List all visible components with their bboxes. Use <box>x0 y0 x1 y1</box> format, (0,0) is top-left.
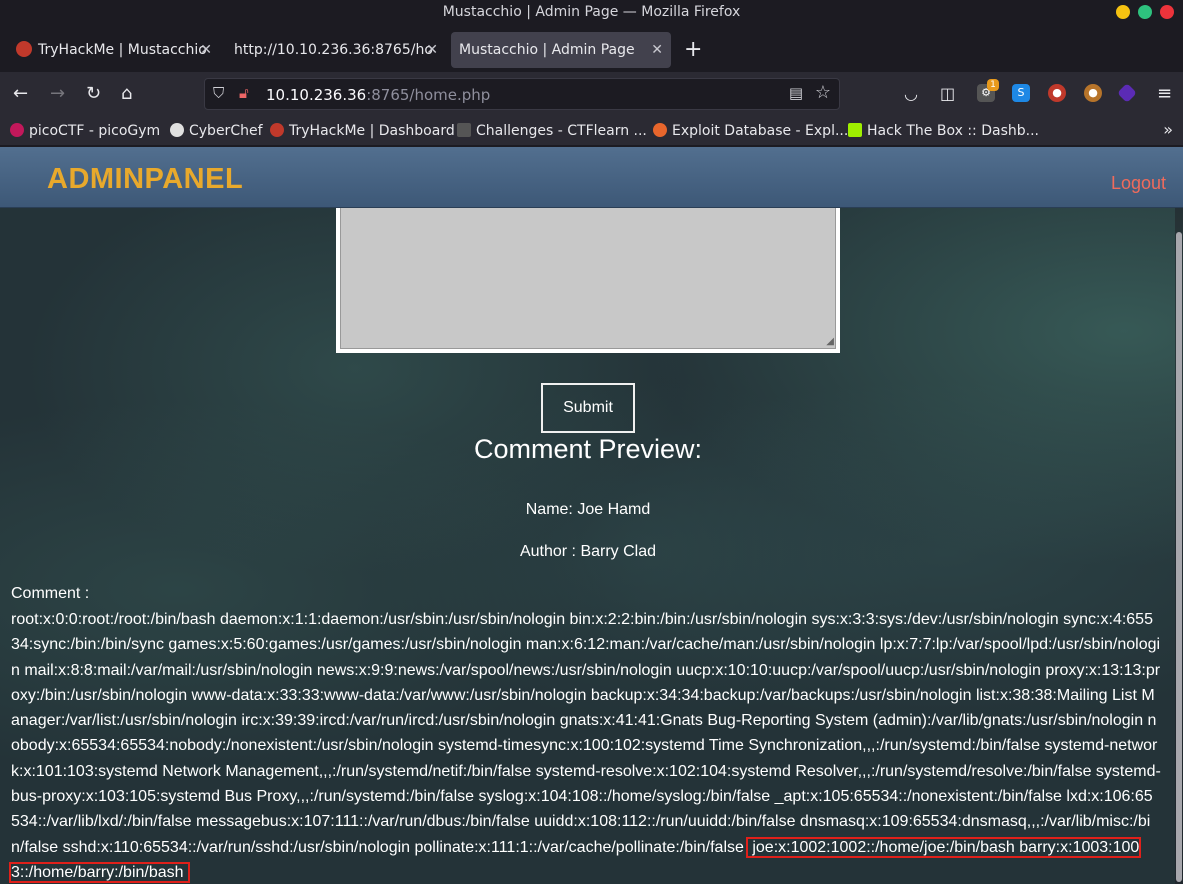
comment-body: root:x:0:0:root:/root:/bin/bash daemon:x… <box>8 607 1161 884</box>
pocket-icon[interactable]: ◡ <box>904 82 918 106</box>
tab-strip: TryHackMe | Mustacchio ✕ http://10.10.23… <box>0 26 1183 72</box>
scrollbar-thumb[interactable] <box>1176 232 1182 882</box>
url-path: :8765/home.php <box>366 86 491 104</box>
window-titlebar: Mustacchio | Admin Page — Mozilla Firefo… <box>0 0 1183 26</box>
page-content: ADMINPANEL Logout ◢ Submit Comment Previ… <box>0 147 1183 884</box>
reload-icon[interactable]: ↻ <box>86 82 101 106</box>
tryhackme-favicon-icon <box>16 40 32 57</box>
url-text[interactable]: 10.10.236.36:8765/home.php <box>266 86 490 104</box>
extension-wappalyzer-icon[interactable] <box>1117 83 1137 103</box>
bookmark-tryhackme[interactable]: TryHackMe | Dashboard <box>270 122 455 140</box>
bookmark-label: TryHackMe | Dashboard <box>289 123 455 139</box>
bookmark-star-icon[interactable]: ☆ <box>815 82 831 103</box>
tab-title: Mustacchio | Admin Page <box>459 42 635 58</box>
bookmark-label: CyberChef <box>189 123 263 139</box>
bookmark-exploit-db[interactable]: Exploit Database - Expl... <box>653 122 848 140</box>
hackthebox-icon <box>848 122 862 137</box>
comment-textarea-frame: ◢ <box>336 208 840 353</box>
resize-grip-icon[interactable]: ◢ <box>826 337 834 347</box>
preview-author: Author : Barry Clad <box>519 543 657 560</box>
brand-logo[interactable]: ADMINPANEL <box>47 163 243 196</box>
tab-close-icon[interactable]: ✕ <box>651 32 663 68</box>
extension-hackbar-icon[interactable]: ● <box>1048 84 1066 102</box>
home-icon[interactable]: ⌂ <box>121 82 132 106</box>
tab-title: TryHackMe | Mustacchio <box>38 42 207 58</box>
new-tab-plus-icon[interactable]: + <box>684 34 702 66</box>
admin-navbar: ADMINPANEL Logout <box>0 147 1183 208</box>
window-title: Mustacchio | Admin Page — Mozilla Firefo… <box>442 4 741 20</box>
nav-toolbar: ← → ↻ ⌂ ⛉ 🔓︎ 10.10.236.36:8765/home.php … <box>0 72 1183 116</box>
close-window-button[interactable] <box>1160 5 1174 19</box>
bookmark-cyberchef[interactable]: CyberChef <box>170 122 263 140</box>
cyberchef-icon <box>170 122 184 137</box>
tab-tryhackme-mustacchio[interactable]: TryHackMe | Mustacchio ✕ <box>8 32 220 68</box>
menu-hamburger-icon[interactable]: ≡ <box>1157 82 1172 106</box>
exploit-db-icon <box>653 122 667 137</box>
tab-close-icon[interactable]: ✕ <box>200 32 212 68</box>
bookmarks-toolbar: picoCTF - picoGym CyberChef TryHackMe | … <box>0 116 1183 146</box>
sidebar-icon[interactable]: ◫ <box>940 82 955 106</box>
insecure-lock-icon[interactable]: 🔓︎ <box>239 84 249 102</box>
bookmark-label: Hack The Box :: Dashb... <box>867 123 1039 139</box>
cookie-icon[interactable]: ● <box>1084 84 1102 102</box>
bookmarks-overflow-chevron-icon[interactable]: » <box>1163 120 1173 139</box>
reader-view-icon[interactable]: ▤ <box>789 84 803 102</box>
tab-url-ho[interactable]: http://10.10.236.36:8765/ho ✕ <box>226 32 446 68</box>
tryhackme-icon <box>270 122 284 137</box>
bookmark-ctflearn[interactable]: Challenges - CTFlearn ... <box>457 122 647 140</box>
submit-button[interactable]: Submit <box>541 383 635 433</box>
comment-textarea[interactable] <box>340 208 836 349</box>
tab-close-icon[interactable]: ✕ <box>426 32 438 68</box>
tab-admin-page[interactable]: Mustacchio | Admin Page ✕ <box>451 32 671 68</box>
minimize-button[interactable] <box>1116 5 1130 19</box>
bookmark-picoctf[interactable]: picoCTF - picoGym <box>10 122 160 140</box>
forward-arrow-icon[interactable]: → <box>50 82 65 106</box>
ctflearn-icon <box>457 122 471 137</box>
window-controls <box>1116 5 1174 19</box>
bookmark-label: picoCTF - picoGym <box>29 123 161 139</box>
comment-preview-heading: Comment Preview: <box>473 434 703 464</box>
url-host: 10.10.236.36 <box>266 86 367 104</box>
preview-name: Name: Joe Hamd <box>525 501 651 518</box>
comment-label: Comment : <box>11 585 90 602</box>
bookmark-label: Challenges - CTFlearn ... <box>476 123 647 139</box>
shield-icon[interactable]: ⛉ <box>213 84 224 102</box>
maximize-button[interactable] <box>1138 5 1152 19</box>
url-bar[interactable]: ⛉ 🔓︎ 10.10.236.36:8765/home.php ▤ ☆ <box>204 78 840 110</box>
picoctf-icon <box>10 122 24 137</box>
bookmark-hackthebox[interactable]: Hack The Box :: Dashb... <box>848 122 1039 140</box>
comment-passwd-text: root:x:0:0:root:/root:/bin/bash daemon:x… <box>11 611 1161 856</box>
logout-link[interactable]: Logout <box>1111 173 1166 194</box>
tab-title: http://10.10.236.36:8765/ho <box>234 42 433 58</box>
extension-badge: 1 <box>987 79 999 91</box>
back-arrow-icon[interactable]: ← <box>13 82 28 106</box>
page-scrollbar[interactable] <box>1175 208 1183 884</box>
bookmark-label: Exploit Database - Expl... <box>672 123 849 139</box>
extension-s-icon[interactable]: S <box>1012 84 1030 102</box>
